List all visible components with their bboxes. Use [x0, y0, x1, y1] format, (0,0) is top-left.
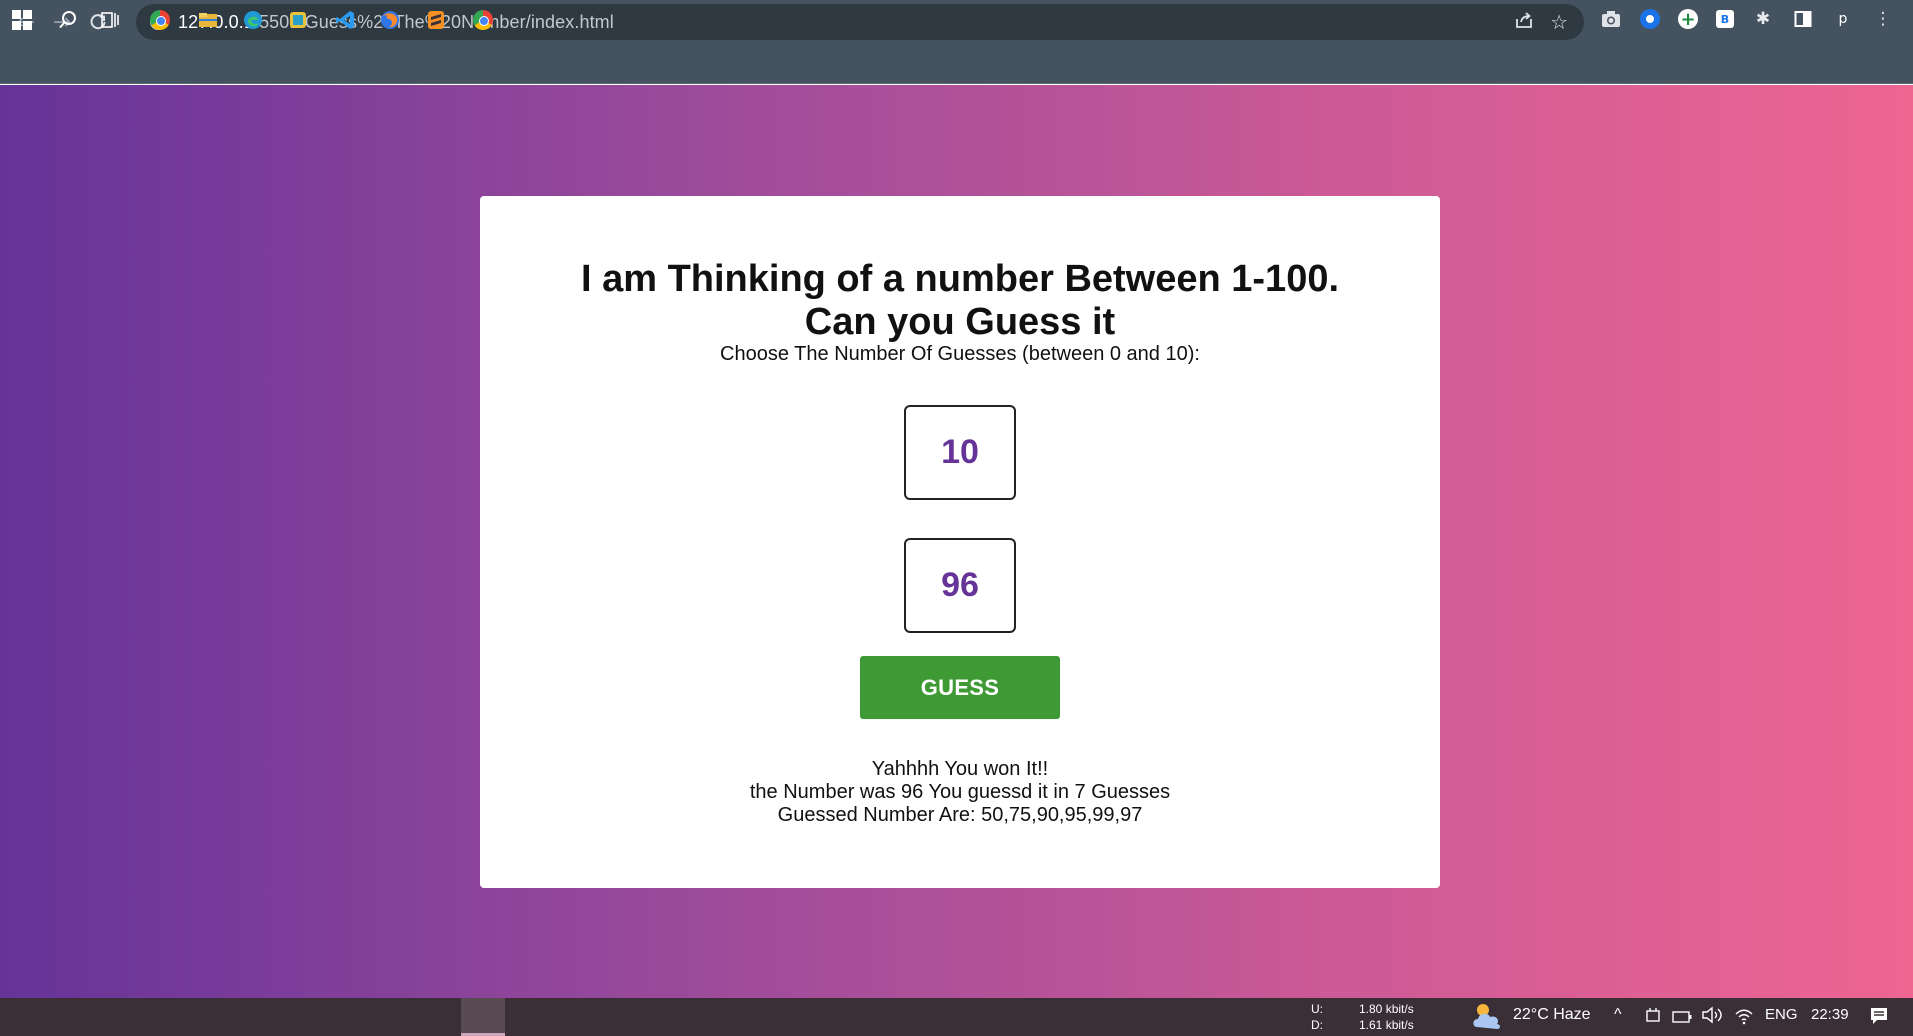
windows-logo-icon: [12, 10, 32, 30]
game-card: I am Thinking of a number Between 1-100.…: [480, 196, 1440, 888]
extension-b-icon[interactable]: B: [1716, 10, 1734, 28]
windows-taskbar: [0, 998, 1913, 1036]
extension-plus-icon[interactable]: +: [1678, 9, 1698, 30]
task-view-icon[interactable]: [99, 8, 123, 32]
result-line-history: Guessed Number Are: 50,75,90,95,99,97: [777, 804, 1143, 826]
guesses-prompt: Choose The Number Of Guesses (between 0 …: [720, 343, 1200, 365]
search-icon[interactable]: [56, 8, 80, 32]
volume-icon[interactable]: [1701, 1006, 1723, 1029]
guess-button[interactable]: GUESS: [860, 656, 1060, 719]
file-explorer-icon[interactable]: [196, 8, 220, 32]
edge-icon[interactable]: [241, 8, 265, 32]
side-panel-icon[interactable]: [1792, 8, 1814, 30]
star-icon[interactable]: ☆: [1550, 10, 1568, 35]
start-button[interactable]: [10, 8, 34, 32]
store-icon[interactable]: [286, 8, 310, 32]
weather-cloud-icon[interactable]: [1471, 1001, 1505, 1036]
chrome-logo-icon-active: [473, 10, 493, 30]
net-speed-labels: U: D:: [1311, 1001, 1323, 1033]
guesses-count-input[interactable]: 10: [904, 405, 1016, 500]
extension-circle-icon[interactable]: [1640, 9, 1660, 29]
share-icon[interactable]: [1514, 10, 1534, 35]
weather-text[interactable]: 22°C Haze: [1513, 1006, 1591, 1024]
clock-time[interactable]: 22:39: [1811, 1006, 1849, 1023]
net-up-label: U:: [1311, 1002, 1323, 1016]
menu-icon[interactable]: ⋮: [1872, 8, 1894, 30]
notifications-icon[interactable]: [1869, 1006, 1889, 1031]
profile-icon[interactable]: p: [1832, 8, 1854, 30]
chrome-active-taskbar-icon[interactable]: [471, 8, 495, 32]
extensions-bar: + B ✱ p ⋮: [1600, 8, 1894, 30]
language-indicator[interactable]: ENG: [1765, 1006, 1798, 1023]
title-line-2: Can you Guess it: [804, 301, 1116, 343]
wifi-icon[interactable]: [1734, 1007, 1754, 1030]
result-message: Yahhhh You won It!! the Number was 96 Yo…: [480, 758, 1440, 827]
result-line-win: Yahhhh You won It!!: [871, 758, 1049, 780]
page-title: I am Thinking of a number Between 1-100.…: [480, 258, 1440, 344]
firefox-icon[interactable]: [378, 8, 402, 32]
meet-now-icon[interactable]: [1645, 1007, 1661, 1030]
chevron-up-icon[interactable]: ^: [1614, 1006, 1622, 1024]
net-speed-values: 1.80 kbit/s 1.61 kbit/s: [1359, 1001, 1414, 1033]
camera-icon[interactable]: [1600, 8, 1622, 30]
net-down-label: D:: [1311, 1018, 1323, 1032]
guess-number-input[interactable]: 96: [904, 538, 1016, 633]
active-taskbar-highlight: [461, 998, 505, 1036]
page-background: I am Thinking of a number Between 1-100.…: [0, 85, 1913, 998]
chrome-logo-icon: [150, 10, 170, 30]
address-bar-actions: ☆: [1514, 10, 1568, 35]
battery-icon[interactable]: [1672, 1010, 1692, 1028]
sublime-text-icon[interactable]: [424, 8, 448, 32]
puzzle-icon[interactable]: ✱: [1752, 8, 1774, 30]
result-line-summary: the Number was 96 You guessd it in 7 Gue…: [749, 781, 1171, 803]
net-down-value: 1.61 kbit/s: [1359, 1018, 1414, 1032]
vscode-icon[interactable]: [333, 8, 357, 32]
net-up-value: 1.80 kbit/s: [1359, 1002, 1414, 1016]
title-line-1: I am Thinking of a number Between 1-100.: [580, 258, 1340, 300]
chrome-taskbar-icon[interactable]: [148, 8, 172, 32]
